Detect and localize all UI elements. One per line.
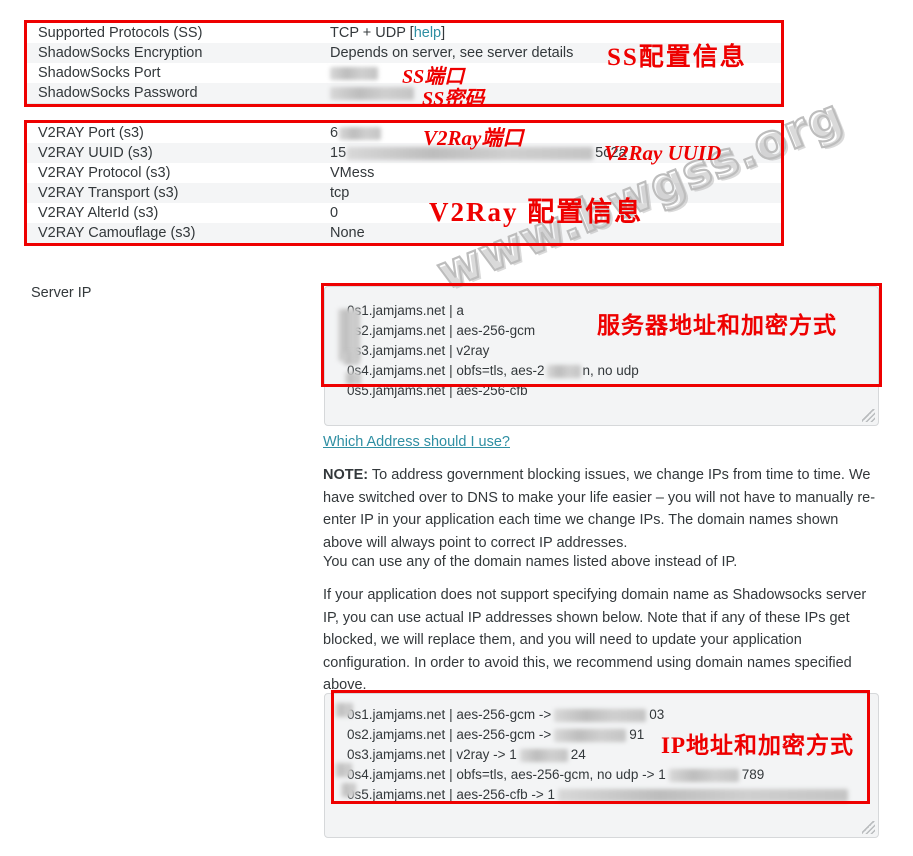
redacted-ip-5 xyxy=(558,788,849,802)
ip-line-5-host: 0s5.jamjams.net xyxy=(347,787,446,802)
server-line-5-method: aes-256-cfb xyxy=(456,383,528,398)
annotation-v2ray-title: V2Ray 配置信息 xyxy=(429,197,644,227)
redacted-ip-host-prefix-1 xyxy=(335,703,353,717)
server-line-1-host: 0s1.jamjams.net xyxy=(347,303,446,318)
v2ray-row-label-transport: V2RAY Transport (s3) xyxy=(38,185,179,201)
note-body: To address government blocking issues, w… xyxy=(323,467,876,551)
ip-line-1-tail: 03 xyxy=(649,707,665,722)
redacted-server-host-prefix-5 xyxy=(345,372,361,385)
list-item: 0s3.jamjams.net | v2ray xyxy=(347,341,868,361)
v2ray-row-label-camouflage: V2RAY Camouflage (s3) xyxy=(27,223,330,244)
server-line-4-sep: | xyxy=(449,363,453,378)
ip-line-1-sep: | xyxy=(449,707,453,722)
server-ip-label: Server IP xyxy=(31,285,92,301)
table-row: V2RAY AlterId (s3) 0 xyxy=(27,203,784,223)
v2ray-row-label-uuid: V2RAY UUID (s3) xyxy=(38,145,153,161)
v2ray-row-value-protocol: VMess xyxy=(330,165,375,181)
server-line-5-host: 0s5.jamjams.net xyxy=(347,383,446,398)
ip-line-2-host: 0s2.jamjams.net xyxy=(347,727,446,742)
v2ray-row-label-protocol: V2RAY Protocol (s3) xyxy=(38,165,171,181)
ss-row-label-password: ShadowSocks Password xyxy=(27,83,330,104)
ss-protocols-text-tail: ] xyxy=(441,25,446,41)
v2ray-row-label-alterid: V2RAY AlterId (s3) xyxy=(38,205,159,221)
server-line-2-method: aes-256-gcm xyxy=(456,323,536,338)
redacted-ip-host-prefix-5 xyxy=(341,783,356,797)
ip-line-3-host: 0s3.jamjams.net xyxy=(347,747,446,762)
ip-line-1-host: 0s1.jamjams.net xyxy=(347,707,446,722)
redacted-ip-host-prefix-4 xyxy=(335,763,352,777)
ss-row-label-protocols: Supported Protocols (SS) xyxy=(38,25,203,41)
ip-line-5-sep: | xyxy=(449,787,453,802)
ss-row-label-encryption: ShadowSocks Encryption xyxy=(38,45,203,61)
ss-protocols-text: TCP + UDP [ xyxy=(330,25,414,41)
server-line-1-sep: | xyxy=(449,303,453,318)
ip-line-4-tail: 789 xyxy=(741,767,765,782)
redacted-ip-2 xyxy=(554,728,627,742)
server-line-3-host: 0s3.jamjams.net xyxy=(347,343,446,358)
redacted-server-host-prefix-4 xyxy=(343,352,359,365)
list-item: 0s4.jamjams.net | obfs=tls, aes-2 n, no u… xyxy=(347,361,868,381)
v2ray-port-visible: 6 xyxy=(330,125,339,141)
server-line-1-method: a xyxy=(456,303,464,318)
list-item: 0s5.jamjams.net | aes-256-cfb xyxy=(347,381,868,401)
paragraph-domain-names: You can use any of the domain names list… xyxy=(323,554,738,570)
server-line-3-sep: | xyxy=(449,343,453,358)
annotation-ss-password: SS密码 xyxy=(422,88,485,110)
ip-line-1-mid: aes-256-gcm -> xyxy=(456,707,552,722)
ip-line-3-mid: v2ray -> 1 xyxy=(456,747,517,762)
redacted-server-line-4 xyxy=(546,364,581,378)
server-ip-lines: 0s1.jamjams.net | a 0s2.jamjams.net | ae… xyxy=(325,287,878,401)
ip-line-2-sep: | xyxy=(449,727,453,742)
ip-line-4-mid: obfs=tls, aes-256-gcm, no udp -> 1 xyxy=(456,767,666,782)
annotation-ss-title: SS配置信息 xyxy=(607,44,747,71)
v2ray-row-label-port: V2RAY Port (s3) xyxy=(38,125,144,141)
list-item: 0s5.jamjams.net | aes-256-cfb -> 1 xyxy=(347,785,868,805)
ip-line-4-sep: | xyxy=(449,767,453,782)
textarea-resize-handle[interactable] xyxy=(862,409,875,422)
server-line-4-method-tail: n, no udp xyxy=(582,363,639,378)
redacted-ip-1 xyxy=(554,708,647,722)
ip-line-2-mid: aes-256-gcm -> xyxy=(456,727,552,742)
v2ray-uuid-head: 15 xyxy=(330,145,347,161)
paragraph-ip-fallback: If your application does not support spe… xyxy=(323,587,867,693)
server-line-4-method: obfs=tls, aes-2 xyxy=(456,363,545,378)
annotation-v2ray-uuid: V2Ray UUID xyxy=(604,141,722,165)
note-label: NOTE: xyxy=(323,467,369,483)
note-paragraph: NOTE: To address government blocking iss… xyxy=(323,464,879,554)
help-link[interactable]: help xyxy=(414,25,441,41)
ss-row-value-password xyxy=(330,83,784,104)
server-line-2-sep: | xyxy=(449,323,453,338)
list-item: 0s4.jamjams.net | obfs=tls, aes-256-gcm,… xyxy=(347,765,868,785)
redacted-v2ray-port xyxy=(339,126,382,140)
ip-textarea-resize-handle[interactable] xyxy=(862,821,875,834)
server-line-5-sep: | xyxy=(449,383,453,398)
annotation-ip-address: IP地址和加密方式 xyxy=(661,733,854,758)
table-row: V2RAY Protocol (s3) VMess xyxy=(27,163,784,183)
v2ray-row-value-port: 6 xyxy=(330,123,784,143)
which-address-link[interactable]: Which Address should I use? xyxy=(323,434,510,450)
server-line-2-host: 0s2.jamjams.net xyxy=(347,323,446,338)
ip-line-4-host: 0s4.jamjams.net xyxy=(347,767,446,782)
ss-row-label-port: ShadowSocks Port xyxy=(38,65,161,81)
server-line-3-method: v2ray xyxy=(456,343,490,358)
annotation-v2ray-port: V2Ray端口 xyxy=(423,126,524,150)
redacted-ip-4 xyxy=(668,768,739,782)
table-row: V2RAY Transport (s3) tcp xyxy=(27,183,784,203)
redacted-ip-3 xyxy=(519,748,568,762)
table-row: V2RAY Camouflage (s3) None xyxy=(27,223,784,244)
ip-line-3-tail: 24 xyxy=(570,747,586,762)
ip-line-2-tail: 91 xyxy=(629,727,645,742)
redacted-ss-port xyxy=(330,66,378,80)
table-row: V2RAY Port (s3) 6 xyxy=(27,123,784,143)
server-line-4-host: 0s4.jamjams.net xyxy=(347,363,446,378)
list-item: 0s1.jamjams.net | aes-256-gcm -> 03 xyxy=(347,705,868,725)
ip-line-3-sep: | xyxy=(449,747,453,762)
ip-line-5-mid: aes-256-cfb -> 1 xyxy=(456,787,556,802)
ip-list-textarea[interactable]: 0s1.jamjams.net | aes-256-gcm -> 03 0s2.j… xyxy=(324,693,879,838)
annotation-server-address: 服务器地址和加密方式 xyxy=(597,313,837,338)
